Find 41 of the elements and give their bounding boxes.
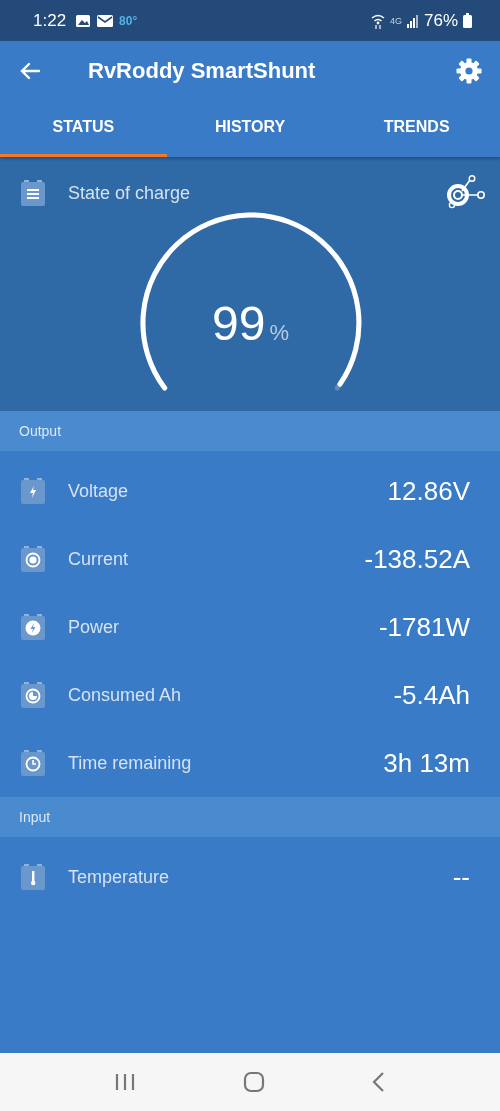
wifi-icon — [370, 12, 385, 29]
settings-icon[interactable] — [456, 57, 482, 84]
connection-icon[interactable] — [444, 175, 486, 211]
battery-icon — [463, 13, 472, 28]
row-value: -138.52A — [364, 543, 470, 575]
recent-apps-icon[interactable] — [113, 1072, 137, 1092]
network-type: 4G — [389, 15, 402, 26]
section-header: Output — [0, 411, 500, 451]
image-icon — [75, 13, 92, 28]
row-label: Consumed Ah — [68, 684, 183, 706]
row-label: Time remaining — [68, 752, 193, 774]
battery-percent: 76% — [423, 10, 458, 31]
battery-list-icon — [21, 180, 45, 206]
gauge-icon — [21, 682, 45, 708]
clock-icon — [21, 750, 45, 776]
lightning-icon — [21, 614, 45, 640]
row-value: -1781W — [378, 611, 470, 643]
temperature-text: 80° — [119, 13, 138, 28]
home-icon[interactable] — [243, 1071, 265, 1093]
mail-icon — [96, 13, 115, 28]
row-label: Current — [68, 548, 130, 570]
row-value: -- — [452, 861, 470, 893]
row-value: 12.86V — [387, 475, 470, 507]
lightning-icon — [21, 478, 45, 504]
row-value: -5.4Ah — [393, 679, 470, 711]
thermometer-icon — [21, 864, 45, 890]
row-label: Temperature — [68, 866, 171, 888]
clock-time: 1:22 — [33, 10, 67, 31]
app-title: RvRoddy SmartShunt — [88, 57, 317, 84]
back-icon[interactable] — [371, 1071, 387, 1093]
gauge-label: State of charge — [68, 182, 192, 204]
charge-value: 99 — [212, 296, 266, 351]
section-header: Input — [0, 797, 500, 837]
target-icon — [21, 546, 45, 572]
tab[interactable]: HISTORY — [166, 100, 334, 157]
charge-unit: % — [269, 320, 289, 346]
signal-icon — [406, 13, 419, 28]
row-label: Power — [68, 616, 121, 638]
row-label: Voltage — [68, 480, 130, 502]
tab[interactable]: TRENDS — [333, 100, 500, 157]
row-value: 3h 13m — [383, 747, 470, 779]
